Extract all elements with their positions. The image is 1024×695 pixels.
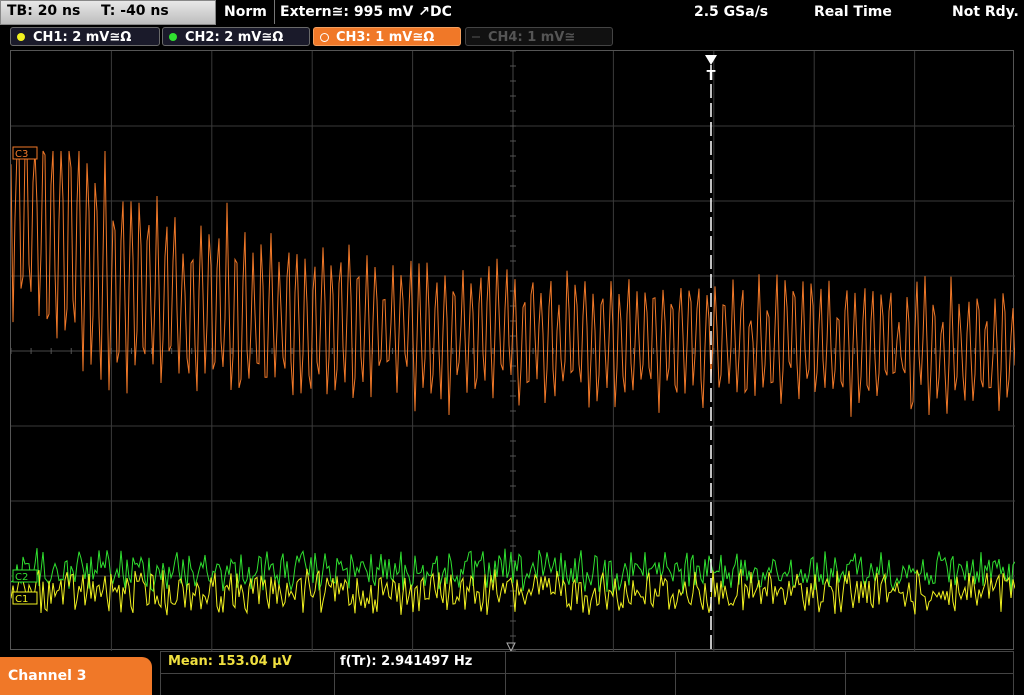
- channel-3-dot-icon: [320, 33, 329, 42]
- trigger-marker-icon[interactable]: [705, 55, 717, 65]
- sample-rate-label: 2.5 GSa/s: [694, 4, 769, 20]
- frequency-measurement[interactable]: f(Tr): 2.941497 Hz: [340, 651, 472, 673]
- channel-2-label: CH2: 2 mV≅Ω: [185, 30, 284, 45]
- trigger-time-label: T: -40 ns: [101, 3, 169, 19]
- channel-1-label: CH1: 2 mV≅Ω: [33, 30, 132, 45]
- channel-4-dash-icon: [472, 36, 480, 38]
- channel-2-marker-label: C2: [15, 572, 28, 583]
- waveform-plot: T C3 C2 C1: [11, 51, 1015, 651]
- horizontal-center-marker-icon: [506, 642, 516, 651]
- timebase-label: TB: 20 ns: [7, 3, 81, 19]
- channel-3-tab[interactable]: Channel 3: [0, 657, 152, 695]
- channel-1-button[interactable]: CH1: 2 mV≅Ω: [10, 27, 160, 46]
- timebase-box[interactable]: TB: 20 ns T: -40 ns: [0, 0, 216, 25]
- channel-3-marker-label: C3: [15, 149, 28, 160]
- acquisition-mode-label: Real Time: [814, 4, 892, 20]
- channel-2-dot-icon: [169, 33, 177, 41]
- trigger-marker-label: T: [707, 69, 716, 84]
- channel-2-button[interactable]: CH2: 2 mV≅Ω: [162, 27, 310, 46]
- run-status-label: Not Rdy.: [952, 4, 1019, 20]
- channel-3-button[interactable]: CH3: 1 mV≅Ω: [313, 27, 461, 46]
- top-status-bar: TB: 20 ns T: -40 ns Norm Extern≅: 995 mV…: [0, 0, 1024, 25]
- channel-3-offset-marker[interactable]: C3: [12, 146, 38, 160]
- channel-1-offset-marker[interactable]: C1: [12, 591, 38, 605]
- graticule: [11, 51, 1015, 651]
- measurement-bar: Channel 3 Mean: 153.04 µV f(Tr): 2.94149…: [0, 651, 1024, 695]
- channel-3-label: CH3: 1 mV≅Ω: [336, 30, 435, 45]
- trigger-source-label[interactable]: Extern≅: 995 mV ↗DC: [280, 0, 452, 24]
- mean-measurement[interactable]: Mean: 153.04 µV: [168, 651, 292, 673]
- trigger-mode-label[interactable]: Norm: [224, 0, 267, 24]
- waveform-display[interactable]: T C3 C2 C1: [10, 50, 1015, 651]
- channel-4-button[interactable]: CH4: 1 mV≅: [465, 27, 613, 46]
- channel-4-label: CH4: 1 mV≅: [488, 30, 576, 45]
- channel-bar: CH1: 2 mV≅Ω CH2: 2 mV≅Ω CH3: 1 mV≅Ω CH4:…: [0, 25, 1024, 49]
- channel-1-dot-icon: [17, 33, 25, 41]
- channel-1-marker-label: C1: [15, 594, 28, 605]
- channel-2-offset-marker[interactable]: C2: [12, 569, 38, 583]
